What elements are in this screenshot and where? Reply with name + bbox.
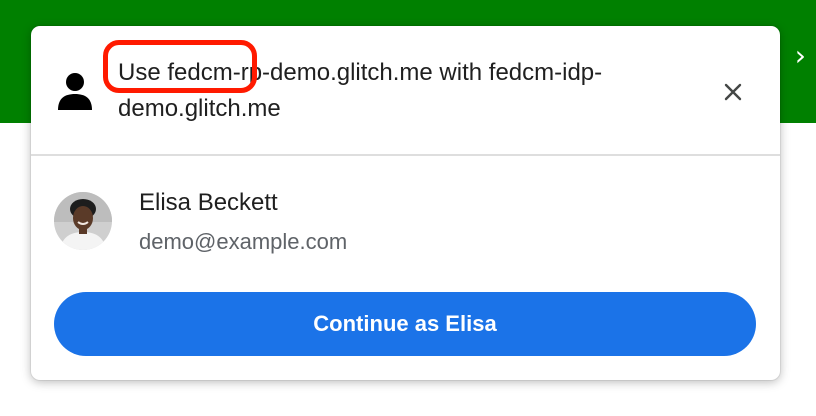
fedcm-account-chooser-dialog: Use fedcm-rp-demo.glitch.me with fedcm-i… xyxy=(31,26,780,380)
close-button[interactable] xyxy=(715,76,751,112)
dialog-title: Use fedcm-rp-demo.glitch.me with fedcm-i… xyxy=(118,59,603,122)
close-icon xyxy=(724,83,742,106)
continue-button[interactable]: Continue as Elisa xyxy=(54,292,756,356)
dialog-header: Use fedcm-rp-demo.glitch.me with fedcm-i… xyxy=(31,26,780,155)
header-divider xyxy=(31,154,780,156)
person-icon xyxy=(57,71,93,111)
account-name: Elisa Beckett xyxy=(139,189,278,216)
account-row[interactable]: Elisa Beckett demo@example.com xyxy=(31,174,780,274)
avatar xyxy=(54,192,112,250)
account-email: demo@example.com xyxy=(139,229,348,254)
